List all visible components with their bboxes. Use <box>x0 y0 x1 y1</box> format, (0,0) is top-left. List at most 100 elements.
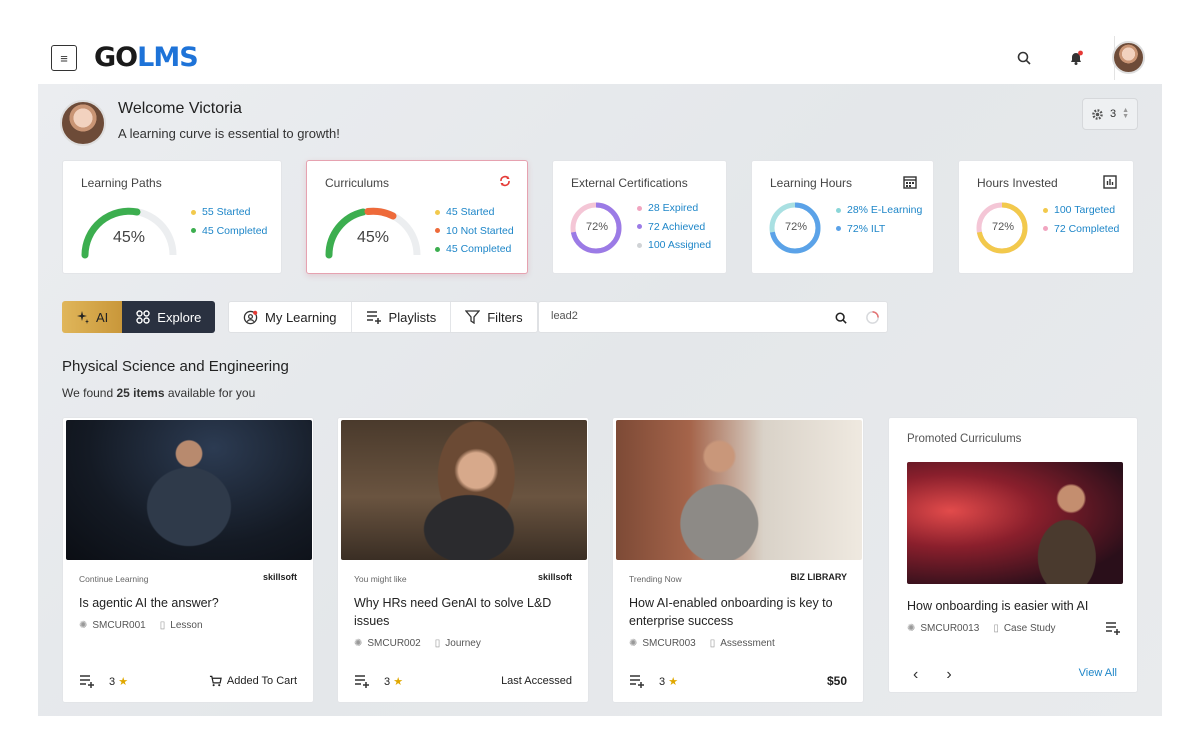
legend-item: 45 Completed <box>435 240 514 259</box>
course-title[interactable]: How AI-enabled onboarding is key to ente… <box>629 594 849 630</box>
sparkle-icon <box>77 311 89 324</box>
gear-icon <box>1092 108 1103 120</box>
course-image[interactable] <box>341 420 587 560</box>
search-box <box>538 301 888 333</box>
playlists-tab[interactable]: Playlists <box>352 302 452 332</box>
bookmark-icon: ▯ <box>709 638 716 649</box>
explore-button[interactable]: Explore <box>122 301 216 333</box>
search-icon[interactable] <box>1012 46 1036 70</box>
filter-icon <box>465 310 481 324</box>
playlist-icon <box>366 311 381 324</box>
promo-title: Promoted Curriculums <box>907 433 1022 445</box>
course-type: Assessment <box>720 638 775 649</box>
add-to-playlist-icon[interactable] <box>1105 621 1121 635</box>
course-image[interactable] <box>616 420 862 560</box>
legend-item: 100 Targeted <box>1043 201 1119 220</box>
learning-paths-legend: 55 Started 45 Completed <box>191 203 267 240</box>
my-learning-label: My Learning <box>265 309 337 325</box>
legend-item: 45 Completed <box>191 222 267 241</box>
card-title: Curriculums <box>325 176 390 190</box>
cart-icon <box>209 675 222 687</box>
ring-percent: 72% <box>785 221 808 233</box>
settings-count: 3 <box>1109 108 1117 120</box>
hamburger-icon[interactable]: ≡ <box>51 45 77 71</box>
external-certifications-card[interactable]: External Certifications 72% 28 Expired 7… <box>552 160 727 274</box>
star-icon: ★ <box>393 675 404 688</box>
legend-item: 45 Started <box>435 203 514 222</box>
bell-icon[interactable] <box>1064 46 1088 70</box>
course-type: Journey <box>445 638 481 649</box>
add-to-playlist-icon[interactable] <box>354 674 370 688</box>
rating: 3 ★ <box>109 675 129 688</box>
legend-item: 10 Not Started <box>435 222 514 241</box>
curriculums-card[interactable]: Curriculums 45% 45 Started 10 Not Starte… <box>306 160 528 274</box>
filters-tab[interactable]: Filters <box>451 302 536 332</box>
course-title[interactable]: Is agentic AI the answer? <box>79 594 299 612</box>
stepper-icon: ▲ ▼ <box>1122 107 1130 120</box>
cart-status[interactable]: Added To Cart <box>209 675 297 687</box>
promo-course-title[interactable]: How onboarding is easier with AI <box>907 599 1088 613</box>
user-avatar[interactable] <box>1112 41 1145 74</box>
legend-item: 55 Started <box>191 203 267 222</box>
curriculums-legend: 45 Started 10 Not Started 45 Completed <box>435 203 514 259</box>
course-card[interactable]: You might like skillsoft Why HRs need Ge… <box>337 417 589 703</box>
learning-paths-card[interactable]: Learning Paths 45% 55 Started 45 Complet… <box>62 160 282 274</box>
welcome-subtitle: A learning curve is essential to growth! <box>118 126 340 141</box>
gauge-percent: 45% <box>113 229 146 246</box>
vendor-logo: skillsoft <box>537 572 572 582</box>
loading-spinner-icon <box>866 311 879 324</box>
course-card[interactable]: Trending Now BIZ LIBRARY How AI-enabled … <box>612 417 864 703</box>
course-tag: Trending Now <box>629 574 682 584</box>
promoted-curriculums-panel: Promoted Curriculums How onboarding is e… <box>888 417 1138 693</box>
hours-invested-card[interactable]: Hours Invested 72% 100 Targeted 72 Compl… <box>958 160 1134 274</box>
course-code: SMCUR001 <box>92 620 146 631</box>
filters-label: Filters <box>487 309 523 325</box>
welcome-title: Welcome Victoria <box>118 100 242 117</box>
view-tabs: My Learning Playlists Filters <box>228 301 538 333</box>
legend-item: 100 Assigned <box>637 236 711 255</box>
add-to-playlist-icon[interactable] <box>79 674 95 688</box>
top-bar: ≡ GOLMS <box>38 30 1162 84</box>
course-code-icon: ✺ <box>629 638 638 649</box>
course-card[interactable]: Continue Learning skillsoft Is agentic A… <box>62 417 314 703</box>
card-title: Learning Paths <box>81 176 162 190</box>
course-code-icon: ✺ <box>79 620 88 631</box>
refresh-icon[interactable] <box>499 175 511 187</box>
view-all-link[interactable]: View All <box>1079 667 1117 679</box>
learning-hours-card[interactable]: Learning Hours 72% 28% E-Learning 72% IL… <box>751 160 934 274</box>
certifications-legend: 28 Expired 72 Achieved 100 Assigned <box>637 199 711 255</box>
calendar-icon[interactable] <box>903 175 917 189</box>
course-code: SMCUR002 <box>367 638 421 649</box>
my-learning-tab[interactable]: My Learning <box>229 302 352 332</box>
course-footer: 3 ★ Last Accessed <box>354 674 572 688</box>
chevron-right-icon[interactable]: › <box>946 666 951 684</box>
course-code: SMCUR003 <box>642 638 696 649</box>
course-image[interactable] <box>66 420 312 560</box>
search-input[interactable] <box>551 310 811 322</box>
course-title[interactable]: Why HRs need GenAI to solve L&D issues <box>354 594 574 630</box>
vendor-logo: BIZ LIBRARY <box>790 572 847 582</box>
logo-lms-text: LMS <box>137 42 199 73</box>
found-suffix: available for you <box>167 386 256 400</box>
ai-explore-toggle: AI Explore <box>62 301 216 333</box>
bar-chart-icon[interactable] <box>1103 175 1117 189</box>
bookmark-icon: ▯ <box>159 620 166 631</box>
search-icon[interactable] <box>835 312 847 324</box>
add-to-playlist-icon[interactable] <box>629 674 645 688</box>
promo-image[interactable] <box>907 462 1123 584</box>
settings-selector[interactable]: 3 ▲ ▼ <box>1082 98 1138 130</box>
bookmark-icon: ▯ <box>993 623 999 634</box>
chevron-left-icon[interactable]: ‹ <box>913 666 918 684</box>
rating: 3 ★ <box>659 675 679 688</box>
course-tag: Continue Learning <box>79 574 149 584</box>
legend-item: 72 Completed <box>1043 220 1119 239</box>
logo[interactable]: GOLMS <box>94 41 199 75</box>
ai-button[interactable]: AI <box>62 301 123 333</box>
star-icon: ★ <box>668 675 679 688</box>
ring-percent: 72% <box>586 221 609 233</box>
section-title: Physical Science and Engineering <box>62 358 289 375</box>
course-tag: You might like <box>354 574 407 584</box>
carousel-nav: ‹ › <box>913 666 952 684</box>
dashboard-content: Welcome Victoria A learning curve is ess… <box>38 84 1162 716</box>
course-footer: 3 ★ $50 <box>629 674 847 688</box>
